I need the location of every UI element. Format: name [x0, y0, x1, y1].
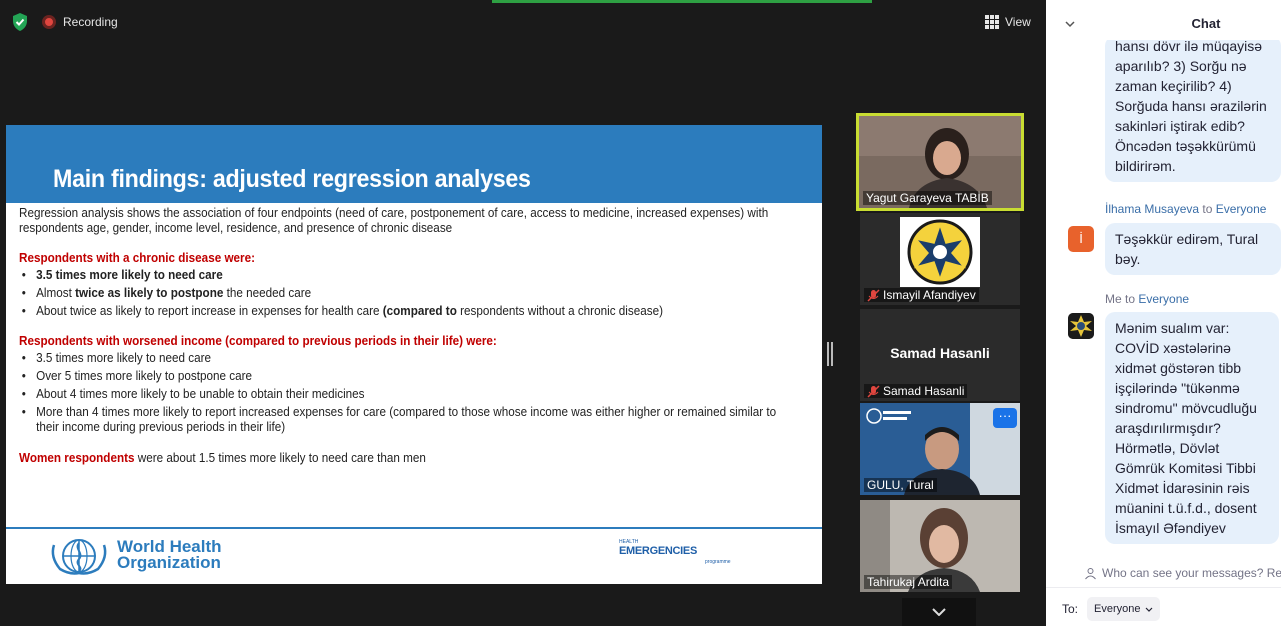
to-label: To:	[1062, 602, 1079, 616]
chat-message-list[interactable]: hansı dövr ilə müqayisə aparılıb? 3) Sor…	[1046, 40, 1281, 553]
visibility-note[interactable]: Who can see your messages? Recording	[1084, 566, 1281, 580]
slide-body: Regression analysis shows the associatio…	[19, 205, 776, 465]
divider	[1046, 587, 1281, 588]
health-emergencies-logo: HEALTH EMERGENCIES programme	[619, 539, 731, 565]
slide-title: Main findings: adjusted regression analy…	[53, 165, 531, 193]
grid-view-icon	[985, 15, 999, 29]
avatar: İ	[1068, 226, 1094, 252]
slide-intro-text: Regression analysis shows the associatio…	[19, 205, 769, 235]
chat-message-bubble: Mənim sualım var: COVİD xəstələrinə xidm…	[1105, 312, 1279, 544]
recording-indicator[interactable]: Recording	[42, 12, 118, 32]
participant-name-row: Samad Hasanli	[864, 384, 968, 398]
recipient-value: Everyone	[1094, 603, 1141, 615]
participant-name: GULU, Tural	[864, 478, 937, 492]
record-dot-icon	[42, 15, 56, 29]
recipient-select[interactable]: Everyone	[1087, 597, 1161, 621]
list-item: About twice as likely to report increase…	[19, 303, 730, 318]
list-item: 3.5 times more likely to need care	[19, 267, 730, 282]
chevron-down-icon	[1146, 607, 1153, 612]
list-item: Almost twice as likely to postpone the n…	[19, 285, 730, 300]
chronic-bullet-list: 3.5 times more likely to need care Almos…	[19, 267, 730, 318]
shared-slide: Main findings: adjusted regression analy…	[6, 125, 822, 584]
participant-name-row: Ismayil Afandiyev	[864, 288, 979, 302]
list-item: 3.5 times more likely to need care	[19, 350, 730, 365]
who-wordmark: World Health Organization	[117, 537, 222, 572]
muted-mic-icon	[867, 288, 880, 302]
chronic-heading: Respondents with a chronic disease were:	[19, 250, 256, 265]
participant-name: Tahirukaj Ardita	[864, 575, 953, 589]
meeting-view: Recording View Main findings: adjusted r…	[0, 0, 1046, 626]
people-icon	[1085, 567, 1096, 579]
view-button[interactable]: View	[985, 12, 1031, 32]
participant-tile-gulu[interactable]: ··· GULU, Tural	[860, 403, 1020, 495]
who-emblem-icon	[51, 539, 107, 575]
avatar	[1068, 313, 1094, 339]
panel-resize-handle[interactable]	[827, 342, 833, 366]
participant-tile-samad[interactable]: Samad Hasanli Samad Hasanli	[860, 309, 1020, 401]
chat-title: Chat	[1191, 16, 1221, 31]
security-shield-icon[interactable]	[10, 12, 30, 32]
list-item: More than 4 times more likely to report …	[19, 404, 793, 434]
chat-message-bubble: hansı dövr ilə müqayisə aparılıb? 3) Sor…	[1105, 40, 1281, 182]
top-indicator-bar	[492, 0, 872, 3]
participant-name: Yagut Garayeva TABİB	[863, 191, 992, 205]
chat-panel: Chat hansı dövr ilə müqayisə aparılıb? 3…	[1046, 0, 1281, 626]
participant-tile-ismayil[interactable]: Ismayil Afandiyev	[860, 213, 1020, 305]
recording-label: Recording	[63, 15, 118, 29]
participant-center-label: Samad Hasanli	[890, 345, 990, 361]
chevron-down-icon	[932, 608, 946, 616]
chat-message-meta: Me to Everyone	[1105, 292, 1190, 306]
list-item: About 4 times more likely to be unable t…	[19, 386, 730, 401]
more-options-button[interactable]: ···	[993, 408, 1017, 428]
customs-emblem-icon	[900, 217, 980, 287]
participants-scroll-down-button[interactable]	[902, 598, 976, 626]
participant-tile-yagut[interactable]: Yagut Garayeva TABİB	[856, 113, 1024, 211]
income-bullet-list: 3.5 times more likely to need care Over …	[19, 350, 776, 434]
women-finding: Women respondents were about 1.5 times m…	[19, 450, 426, 465]
chat-message-meta: İlhama Musayeva to Everyone	[1105, 202, 1267, 216]
chat-message-bubble: Təşəkkür edirəm, Tural bəy.	[1105, 223, 1281, 275]
participant-tile-tahirukaj[interactable]: Tahirukaj Ardita	[860, 500, 1020, 592]
muted-mic-icon	[867, 384, 880, 398]
view-label: View	[1005, 15, 1031, 29]
slide-footer: World Health Organization HEALTH EMERGEN…	[6, 527, 822, 584]
income-heading: Respondents with worsened income (compar…	[19, 333, 497, 348]
list-item: Over 5 times more likely to postpone car…	[19, 368, 730, 383]
